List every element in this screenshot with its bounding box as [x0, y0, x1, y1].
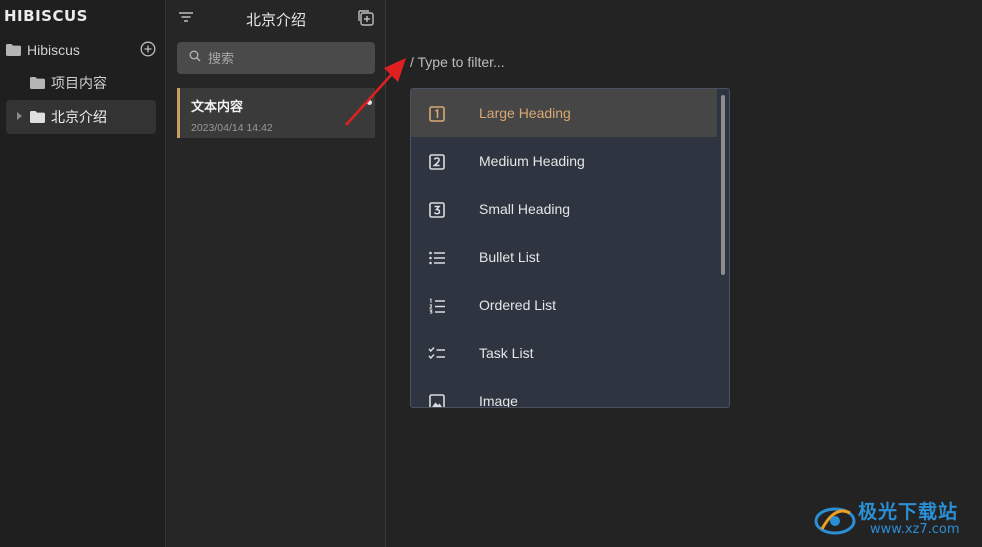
note-list-header: 北京介绍: [166, 0, 386, 36]
menu-item-label: Small Heading: [479, 201, 571, 217]
notebook-item-label: 项目内容: [51, 75, 107, 91]
annotation-arrow: [345, 58, 406, 126]
image-icon: [428, 393, 446, 407]
notebook-root-label: Hibiscus: [27, 42, 80, 58]
menu-item-label: Ordered List: [479, 297, 557, 313]
folder-icon: [30, 77, 45, 89]
folder-icon: [30, 111, 45, 123]
sidebar: HIBISCUS Hibiscus 项目内容 北京介绍: [0, 0, 166, 547]
menu-item-label: Task List: [479, 345, 534, 361]
notebook-item-1[interactable]: 项目内容: [0, 66, 166, 100]
app-logo: HIBISCUS: [4, 7, 88, 25]
task-list-icon: [428, 345, 446, 363]
add-notebook-icon[interactable]: [140, 41, 156, 57]
menu-item-label: Medium Heading: [479, 153, 585, 169]
notebook-item-label: 北京介绍: [51, 109, 107, 125]
editor-pane[interactable]: / Type to filter... Large Heading Medium…: [386, 0, 982, 547]
new-note-icon[interactable]: [357, 9, 375, 32]
watermark: 极光下载站 www.xz7.com: [814, 497, 974, 541]
heading-1-icon: [428, 105, 446, 123]
watermark-logo-icon: [814, 507, 856, 535]
block-type-menu: Large Heading Medium Heading Small Headi…: [410, 88, 730, 408]
notebook-root[interactable]: Hibiscus: [0, 33, 166, 67]
menu-item-medium-heading[interactable]: Medium Heading: [411, 137, 717, 185]
search-icon: [189, 49, 201, 67]
app-window: HIBISCUS Hibiscus 项目内容 北京介绍 北京介绍 搜索 文本内容…: [0, 0, 982, 547]
menu-item-label: Bullet List: [479, 249, 540, 265]
menu-item-label: Large Heading: [479, 105, 571, 121]
menu-item-bullet-list[interactable]: Bullet List: [411, 233, 717, 281]
menu-item-ordered-list[interactable]: Ordered List: [411, 281, 717, 329]
notebook-item-2[interactable]: 北京介绍: [6, 100, 156, 134]
note-list-title: 北京介绍: [245, 12, 306, 29]
menu-item-task-list[interactable]: Task List: [411, 329, 717, 377]
menu-item-small-heading[interactable]: Small Heading: [411, 185, 717, 233]
slash-filter-text[interactable]: / Type to filter...: [410, 54, 505, 70]
menu-item-image[interactable]: Image: [411, 377, 717, 408]
watermark-brand: 极光下载站: [858, 501, 959, 523]
heading-2-icon: [428, 153, 446, 171]
menu-scrollbar[interactable]: [721, 95, 725, 275]
watermark-url: www.xz7.com: [870, 522, 960, 537]
expand-caret-icon[interactable]: [17, 112, 22, 120]
ordered-list-icon: [428, 297, 446, 315]
menu-item-large-heading[interactable]: Large Heading: [411, 89, 717, 137]
folder-icon: [6, 44, 21, 56]
heading-3-icon: [428, 201, 446, 219]
menu-item-label: Image: [479, 393, 518, 408]
bullet-list-icon: [428, 249, 446, 267]
